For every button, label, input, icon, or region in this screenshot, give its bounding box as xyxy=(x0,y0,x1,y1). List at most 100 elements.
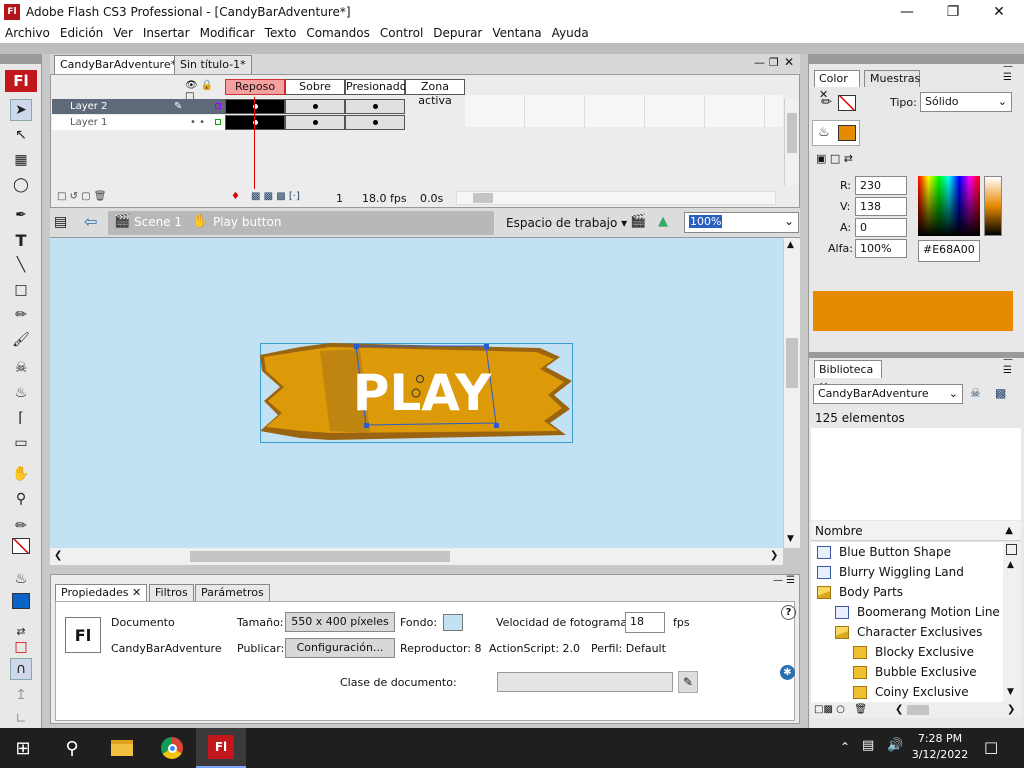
edit-class-pencil-icon[interactable]: ✎ xyxy=(678,671,698,693)
fill-color-swatch[interactable] xyxy=(10,590,32,612)
close-doc-icon[interactable]: ✕ xyxy=(784,55,794,69)
minimize-doc-icon[interactable]: — xyxy=(754,56,765,69)
close-icon[interactable]: ✕ xyxy=(976,0,1022,23)
frame-reposo-l2[interactable] xyxy=(225,99,285,114)
frame-sobre-l2[interactable] xyxy=(285,99,345,114)
edit-scene-icon[interactable]: 🎬 xyxy=(630,214,646,229)
stage-vscroll[interactable]: ▲ ▼ xyxy=(783,238,800,548)
windows-start-icon[interactable]: ⊞ xyxy=(9,734,37,762)
fill-color-box[interactable] xyxy=(838,125,856,141)
no-color-icon[interactable]: □ xyxy=(10,636,32,658)
menu-edicion[interactable]: Edición xyxy=(55,26,108,40)
stroke-color-pencil-icon[interactable]: ✏ xyxy=(10,515,32,537)
tab-biblioteca[interactable]: Biblioteca ✕ xyxy=(814,360,882,393)
tab-candybaradventure[interactable]: CandyBarAdventure* xyxy=(54,55,183,74)
state-presionado[interactable]: Presionado xyxy=(345,79,406,95)
alpha-input[interactable]: 100% xyxy=(855,239,907,258)
menu-depurar[interactable]: Depurar xyxy=(428,26,487,40)
paint-bucket-tool-icon[interactable]: ♨ xyxy=(10,382,32,404)
library-item[interactable]: Blocky Exclusive xyxy=(811,642,1001,662)
scroll-down-icon[interactable]: ▼ xyxy=(1007,687,1014,697)
tab-propiedades[interactable]: Propiedades ✕ xyxy=(55,584,148,601)
accessibility-icon[interactable]: ✱ xyxy=(780,665,795,680)
layer-tools-icons[interactable]: □ ↺ ▢ 🗑 xyxy=(57,191,107,202)
eyedropper-tool-icon[interactable]: ⌈ xyxy=(10,407,32,429)
back-arrow-icon[interactable]: ⇦ xyxy=(84,212,97,231)
scroll-up-icon[interactable]: ▲ xyxy=(787,240,794,250)
menu-archivo[interactable]: Archivo xyxy=(0,26,55,40)
menu-ayuda[interactable]: Ayuda xyxy=(547,26,594,40)
scroll-down-icon[interactable]: ▼ xyxy=(787,534,794,544)
state-zona-activa[interactable]: Zona activa xyxy=(405,79,465,107)
stage[interactable]: PLAY xyxy=(50,238,783,548)
help-icon[interactable]: ? xyxy=(781,605,796,620)
state-reposo[interactable]: Reposo xyxy=(225,79,285,95)
pen-tool-icon[interactable]: ✒ xyxy=(10,204,32,226)
scroll-up-icon[interactable]: ▲ xyxy=(1007,560,1014,570)
rectangle-tool-icon[interactable]: □ xyxy=(10,279,32,301)
pin-library-icon[interactable]: ☠ xyxy=(970,386,981,400)
volume-icon[interactable]: 🔊 xyxy=(887,738,903,753)
breadcrumb-symbol[interactable]: Play button xyxy=(213,215,281,229)
frame-presionado-l1[interactable] xyxy=(345,115,405,130)
default-colors-icons[interactable]: ▣ □ ⇄ xyxy=(816,152,853,165)
edit-symbol-icon[interactable]: ▲ xyxy=(658,214,668,229)
menu-control[interactable]: Control xyxy=(375,26,428,40)
stage-hscroll-thumb[interactable] xyxy=(190,551,450,562)
handle-bl[interactable] xyxy=(364,423,369,428)
selection-tool-icon[interactable]: ➤ xyxy=(10,99,32,121)
menu-insertar[interactable]: Insertar xyxy=(138,26,195,40)
timeline-toggle-icon[interactable]: ▤ xyxy=(54,214,67,230)
fill-bucket-icon[interactable]: ♨ xyxy=(818,125,830,140)
handle-tl[interactable] xyxy=(354,344,359,349)
tray-chevron-icon[interactable]: ⌃ xyxy=(840,740,850,754)
clock-time[interactable]: 7:28 PM xyxy=(914,732,966,745)
network-icon[interactable]: ▤ xyxy=(862,738,874,753)
size-button[interactable]: 550 x 400 píxeles xyxy=(285,612,395,632)
column-name-header[interactable]: Nombre ▲ xyxy=(811,521,1021,541)
b-input[interactable]: 0 xyxy=(855,218,907,237)
layer-row-1[interactable]: Layer 1 • • xyxy=(52,115,226,130)
line-tool-icon[interactable]: ╲ xyxy=(10,254,32,276)
color-panel-menu-icon[interactable]: — ☰ xyxy=(1003,61,1024,83)
library-grip[interactable] xyxy=(808,352,1024,358)
state-sobre[interactable]: Sobre xyxy=(285,79,345,95)
hex-input[interactable]: #E68A00 xyxy=(918,240,980,262)
scroll-left-icon[interactable]: ❮ xyxy=(54,550,62,561)
tab-color[interactable]: Color ✕ xyxy=(814,70,860,101)
menu-ver[interactable]: Ver xyxy=(108,26,138,40)
text-tool-icon[interactable]: T xyxy=(10,229,32,251)
scroll-left-icon[interactable]: ❮ xyxy=(895,702,903,718)
library-hscroll-thumb[interactable] xyxy=(907,705,929,715)
settings-button[interactable]: Configuración... xyxy=(285,638,395,658)
hand-tool-icon[interactable]: ✋ xyxy=(10,463,32,485)
onion-skin-icons[interactable]: ▩ ▩ ▩ [·] xyxy=(251,191,300,202)
stroke-color-swatch[interactable] xyxy=(10,535,32,557)
brightness-slider[interactable] xyxy=(984,176,1002,236)
clock-date[interactable]: 3/12/2022 xyxy=(910,748,970,761)
free-transform-tool-icon[interactable]: ▦ xyxy=(10,149,32,171)
chrome-icon[interactable] xyxy=(158,734,186,762)
restore-doc-icon[interactable]: ❐ xyxy=(769,56,779,69)
layer-row-2[interactable]: Layer 2 ✎ xyxy=(52,99,226,114)
menu-texto[interactable]: Texto xyxy=(260,26,302,40)
eraser-tool-icon[interactable]: ▭ xyxy=(10,432,32,454)
menu-ventana[interactable]: Ventana xyxy=(487,26,546,40)
zoom-tool-icon[interactable]: ⚲ xyxy=(10,488,32,510)
smooth-icon[interactable]: ↥ xyxy=(10,684,32,706)
tab-sin-titulo[interactable]: Sin título-1* xyxy=(174,55,252,74)
menu-modificar[interactable]: Modificar xyxy=(195,26,260,40)
lasso-tool-icon[interactable]: ◯ xyxy=(10,174,32,196)
background-color-swatch[interactable] xyxy=(443,614,463,631)
library-item[interactable]: Boomerang Motion Line xyxy=(811,602,1001,622)
r-input[interactable]: 230 xyxy=(855,176,907,195)
frame-reposo-l1[interactable] xyxy=(225,115,285,130)
stroke-pencil-icon[interactable]: ✏ xyxy=(821,95,832,110)
library-vscroll-box[interactable] xyxy=(1006,544,1017,555)
file-explorer-icon[interactable] xyxy=(108,734,136,762)
stroke-color-box[interactable] xyxy=(838,95,856,111)
frame-area[interactable] xyxy=(465,95,783,127)
tab-filtros[interactable]: Filtros xyxy=(149,584,194,601)
type-select[interactable]: Sólido ⌄ xyxy=(920,92,1012,112)
library-tools-icons[interactable]: □▩ ○ 🗑 xyxy=(814,704,867,715)
